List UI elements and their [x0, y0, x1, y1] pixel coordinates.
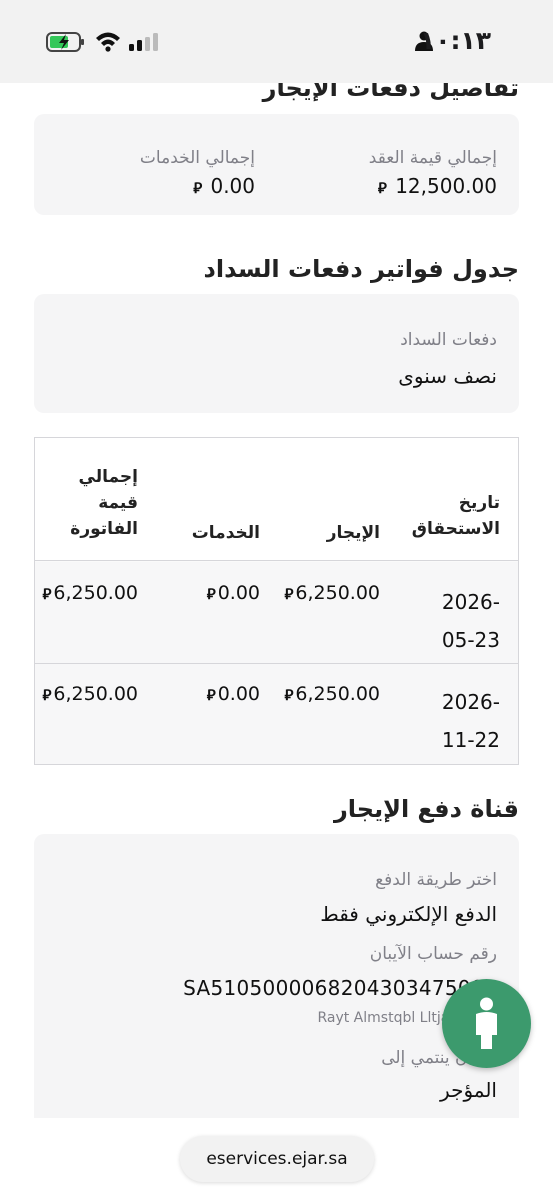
row-services: ⃁ 0.00	[206, 582, 260, 604]
services-total-value: ⃁ 0.00	[193, 174, 255, 198]
contract-total-value: ⃁ 12,500.00	[377, 174, 497, 198]
payment-channel-card: اختر طريقة الدفع الدفع الإلكتروني فقط رق…	[34, 834, 519, 1134]
row-due-date: 2026- 05-23	[441, 590, 500, 652]
riyal-icon: ⃁	[42, 686, 52, 704]
payment-channel-title: قناة دفع الإيجار	[333, 795, 519, 823]
row-due-date: 2026- 11-22	[441, 690, 500, 752]
accessibility-person-icon	[476, 997, 497, 1049]
table-row: 2026- 11-22 ⃁ 6,250.00 ⃁ 0.00 ⃁ 6,250.00	[35, 664, 518, 764]
status-bar: ١٠:١٣	[0, 0, 553, 83]
row-total: ⃁ 6,250.00	[42, 683, 138, 705]
row-rent: ⃁ 6,250.00	[284, 582, 380, 604]
invoices-table: تاريخ الاستحقاق الإيجار الخدمات إجمالي ق…	[34, 437, 519, 765]
accessibility-button[interactable]	[442, 979, 531, 1068]
riyal-icon: ⃁	[377, 179, 387, 197]
address-bar[interactable]: eservices.ejar.sa	[180, 1136, 374, 1182]
riyal-icon: ⃁	[284, 585, 294, 603]
payment-frequency-label: دفعات السداد	[400, 330, 497, 350]
riyal-icon: ⃁	[284, 686, 294, 704]
row-services: ⃁ 0.00	[206, 683, 260, 705]
riyal-icon: ⃁	[206, 585, 216, 603]
payment-frequency-card: دفعات السداد نصف سنوى	[34, 294, 519, 413]
payment-frequency-value: نصف سنوى	[398, 364, 497, 388]
riyal-icon: ⃁	[42, 585, 52, 603]
header-services: الخدمات	[191, 523, 260, 543]
header-rent: الإيجار	[326, 523, 380, 543]
services-total-label: إجمالي الخدمات	[139, 148, 255, 168]
row-total: ⃁ 6,250.00	[42, 582, 138, 604]
table-header: تاريخ الاستحقاق الإيجار الخدمات إجمالي ق…	[35, 438, 518, 561]
wifi-icon	[96, 32, 120, 52]
contract-total-label: إجمالي قيمة العقد	[368, 148, 497, 168]
cellular-signal-icon	[129, 33, 158, 51]
status-time: ١٠:١٣	[419, 26, 491, 55]
header-invoice-total: إجمالي قيمة الفاتورة	[70, 467, 138, 539]
iban-owner-value: المؤجر	[440, 1078, 497, 1102]
lease-totals-card: إجمالي قيمة العقد ⃁ 12,500.00 إجمالي الخ…	[34, 114, 519, 215]
iban-label: رقم حساب الآيبان	[369, 944, 497, 964]
payment-method-value: الدفع الإلكتروني فقط	[320, 902, 497, 926]
riyal-icon: ⃁	[193, 179, 203, 197]
row-rent: ⃁ 6,250.00	[284, 683, 380, 705]
payment-method-label: اختر طريقة الدفع	[375, 870, 497, 890]
header-due-date: تاريخ الاستحقاق	[411, 493, 500, 539]
riyal-icon: ⃁	[206, 686, 216, 704]
battery-charging-icon	[46, 32, 84, 52]
schedule-title: جدول فواتير دفعات السداد	[203, 255, 519, 283]
table-row: 2026- 05-23 ⃁ 6,250.00 ⃁ 0.00 ⃁ 6,250.00	[35, 562, 518, 664]
